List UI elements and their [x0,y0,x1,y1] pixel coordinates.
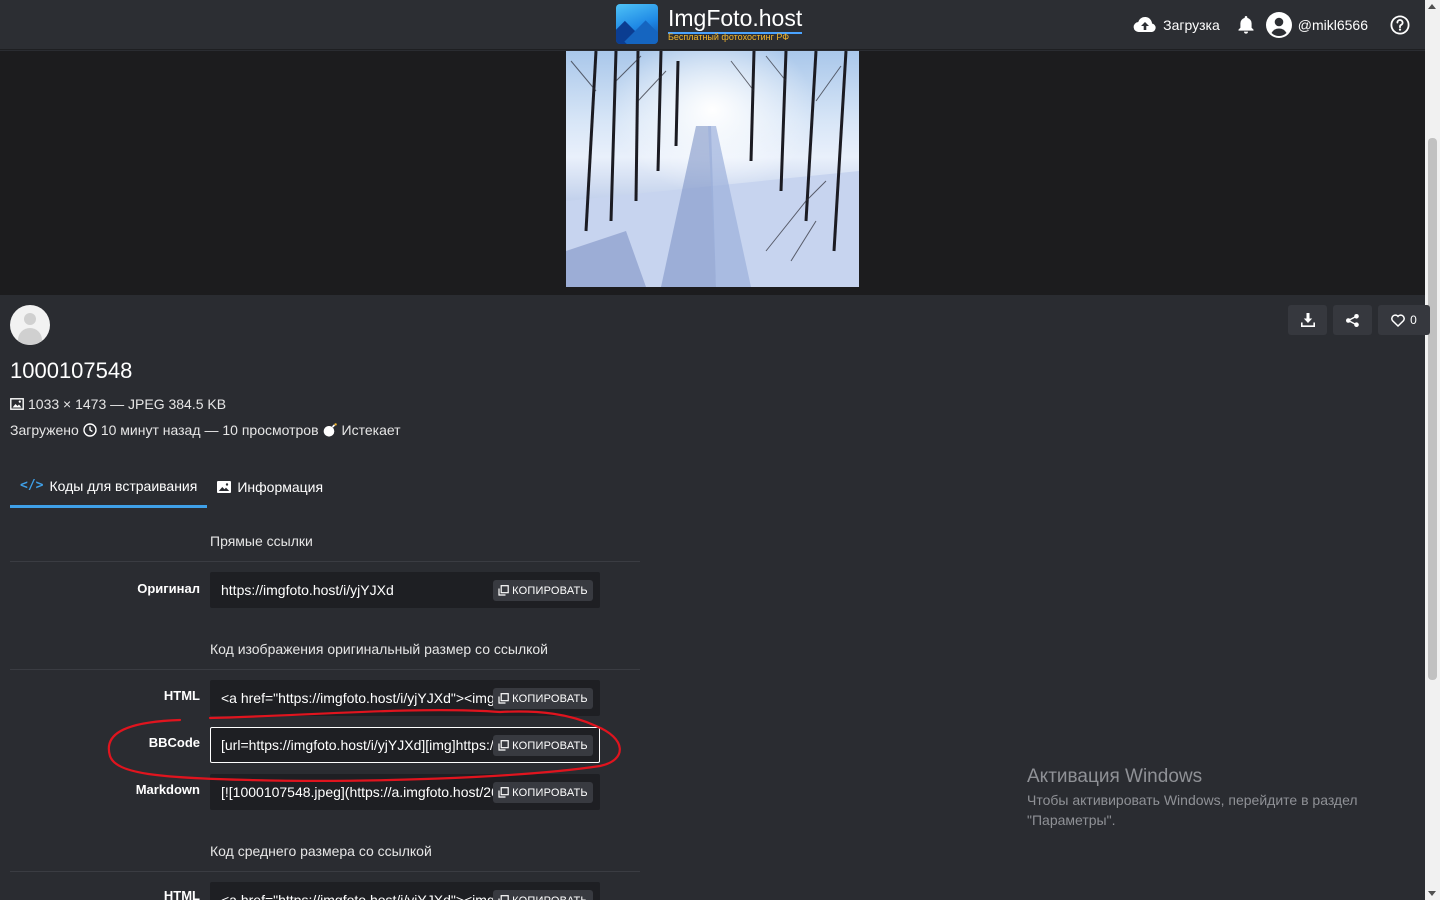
top-bar: ImgFoto.host Бесплатный фотохостинг РФ З… [0,0,1425,50]
copy-markdown-button[interactable]: КОПИРОВАТЬ [493,782,593,803]
bbcode-label: BBCode [148,735,200,750]
original-link-field[interactable]: https://imgfoto.host/i/yjYJXd КОПИРОВАТЬ [210,572,600,608]
html-label: HTML [163,688,200,703]
top-nav: Загрузка @mikl6566 [1119,0,1410,50]
download-button[interactable] [1288,305,1327,335]
medium-html-label: HTML [163,888,200,900]
medium-html-value[interactable]: <a href="https://imgfoto.host/i/yjYJXd">… [221,882,493,900]
image-icon [10,398,24,410]
watermark-line2: "Параметры". [1027,812,1116,828]
logo-subtitle: Бесплатный фотохостинг РФ [668,32,790,42]
logo-title: ImgFoto.host [668,4,803,34]
bomb-icon [323,423,337,437]
image-dimensions: 1033 × 1473 — JPEG 384.5 KB [28,396,227,412]
tab-info-label: Информация [237,479,324,495]
copy-medium-html-button[interactable]: КОПИРОВАТЬ [493,890,593,900]
uploaded-time: 10 минут назад [100,422,201,438]
image-dimensions-line: 1033 × 1473 — JPEG 384.5 KB [10,396,226,412]
tab-info[interactable]: Информация [207,466,333,508]
cloud-upload-icon [1133,16,1156,33]
share-button[interactable] [1333,305,1372,335]
copy-label: КОПИРОВАТЬ [512,895,588,900]
logo-text: ImgFoto.host Бесплатный фотохостинг РФ [668,4,803,42]
html-code-field[interactable]: <a href="https://imgfoto.host/i/yjYJXd">… [210,680,600,716]
copy-html-button[interactable]: КОПИРОВАТЬ [493,688,593,709]
section-original-code-title: Код изображения оригинальный размер со с… [210,641,549,657]
original-label: Оригинал [137,581,200,596]
site-logo[interactable]: ImgFoto.host Бесплатный фотохостинг РФ [616,4,803,44]
section-direct-links-title: Прямые ссылки [210,533,313,549]
copy-icon [498,787,509,798]
tab-embed-label: Коды для встраивания [49,477,198,494]
copy-label: КОПИРОВАТЬ [512,584,588,597]
image-tabs: </> Коды для встраивания Информация [10,466,333,508]
copy-bbcode-button[interactable]: КОПИРОВАТЬ [493,735,593,756]
expires-label: Истекает [341,422,401,438]
markdown-value[interactable]: [![1000107548.jpeg](https://a.imgfoto.ho… [221,774,493,810]
scroll-up-arrow-icon[interactable] [1428,4,1436,9]
markdown-label: Markdown [135,782,200,797]
clock-icon [83,423,97,437]
winter-forest-photo [566,51,859,287]
copy-icon [498,585,509,596]
image-viewer [0,51,1425,295]
like-button[interactable]: 0 [1378,305,1430,335]
heart-icon [1391,313,1406,327]
image-title: 1000107548 [10,358,133,383]
upload-button[interactable]: Загрузка [1133,16,1220,34]
copy-label: КОПИРОВАТЬ [512,692,588,705]
html-code-value[interactable]: <a href="https://imgfoto.host/i/yjYJXd">… [221,680,493,716]
copy-label: КОПИРОВАТЬ [512,786,588,799]
code-icon: </> [20,478,44,493]
image-actions: 0 [1282,305,1430,335]
copy-original-button[interactable]: КОПИРОВАТЬ [493,580,593,601]
image-upload-info: Загружено 10 минут назад — 10 просмотров… [10,422,401,438]
tab-embed-codes[interactable]: </> Коды для встраивания [10,466,208,508]
original-link-value[interactable]: https://imgfoto.host/i/yjYJXd [221,572,493,608]
copy-icon [498,693,509,704]
section-divider [10,561,640,562]
help-icon [1390,15,1410,35]
watermark-title: Активация Windows [1027,766,1203,787]
logo-image-icon [616,4,658,44]
watermark-line1: Чтобы активировать Windows, перейдите в … [1027,792,1358,808]
section-divider [10,669,640,670]
views-count: — 10 просмотров [204,422,319,438]
user-circle-icon [1265,12,1292,38]
uploaded-label: Загружено [10,422,79,438]
user-menu[interactable]: @mikl6566 [1265,12,1368,38]
scroll-down-arrow-icon[interactable] [1428,891,1436,896]
uploader-avatar[interactable] [10,305,50,345]
download-icon [1300,313,1315,327]
bbcode-value[interactable]: [url=https://imgfoto.host/i/yjYJXd][img]… [221,728,493,762]
windows-activation-watermark: Активация Windows Чтобы активировать Win… [1027,766,1358,830]
help-button[interactable] [1390,15,1410,35]
scroll-thumb[interactable] [1428,138,1437,680]
bbcode-field[interactable]: [url=https://imgfoto.host/i/yjYJXd][img]… [210,727,600,763]
like-count: 0 [1410,313,1417,327]
section-medium-code-title: Код среднего размера со ссылкой [210,843,432,859]
medium-html-field[interactable]: <a href="https://imgfoto.host/i/yjYJXd">… [210,882,600,900]
section-divider [10,871,640,872]
uploaded-photo[interactable] [566,51,859,287]
copy-icon [498,740,509,751]
markdown-field[interactable]: [![1000107548.jpeg](https://a.imgfoto.ho… [210,774,600,810]
upload-label: Загрузка [1163,17,1220,33]
image-icon [217,481,232,493]
page-scrollbar[interactable] [1425,0,1440,900]
copy-icon [498,895,509,900]
bell-icon [1238,16,1254,34]
notifications-button[interactable] [1238,16,1254,34]
copy-label: КОПИРОВАТЬ [512,739,588,752]
share-icon [1346,313,1359,327]
username: @mikl6566 [1297,17,1368,33]
